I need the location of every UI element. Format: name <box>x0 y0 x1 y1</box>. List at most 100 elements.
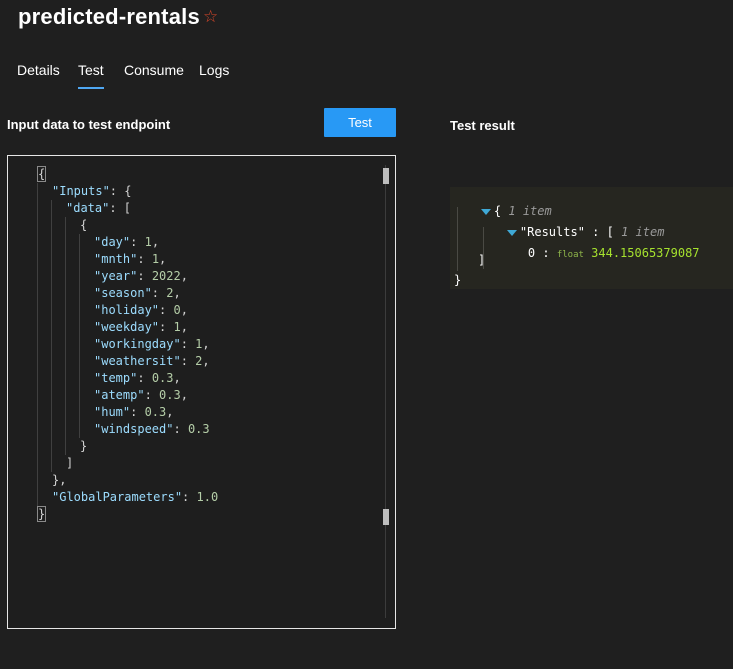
indent-guide <box>37 285 38 302</box>
code-line: "windspeed": 0.3 <box>8 421 375 438</box>
indent-guide <box>65 302 66 319</box>
code-line: "atemp": 0.3, <box>8 387 375 404</box>
code-token: : { <box>109 184 132 198</box>
indent-guide <box>79 370 80 387</box>
code-token: "temp" <box>94 371 138 385</box>
indent-guide <box>51 217 52 234</box>
code-token: : <box>182 490 197 504</box>
indent-guide <box>65 217 66 234</box>
indent-guide <box>65 370 66 387</box>
tab-logs[interactable]: Logs <box>199 62 229 78</box>
code-token: , <box>180 320 188 334</box>
test-button[interactable]: Test <box>324 108 396 137</box>
code-token: "GlobalParameters" <box>52 490 183 504</box>
code-text: ] <box>66 455 73 472</box>
code-token: 1.0 <box>196 490 219 504</box>
indent-guide <box>51 234 52 251</box>
code-text: "GlobalParameters": 1.0 <box>52 489 218 506</box>
indent-guide <box>51 268 52 285</box>
tab-consume[interactable]: Consume <box>124 62 184 78</box>
indent-guide <box>37 387 38 404</box>
indent-guide <box>51 251 52 268</box>
code-token: : <box>159 320 174 334</box>
indent-guide <box>79 234 80 251</box>
code-text: "windspeed": 0.3 <box>94 421 210 438</box>
code-token: "season" <box>94 286 152 300</box>
code-text: }, <box>52 472 66 489</box>
code-token: , <box>159 252 167 266</box>
code-token: : <box>159 303 174 317</box>
code-token: "workingday" <box>94 337 181 351</box>
tab-test[interactable]: Test <box>78 62 104 89</box>
indent-guide <box>51 336 52 353</box>
indent-guide <box>37 200 38 217</box>
json-input-editor[interactable]: {"Inputs": {"data": [{"day": 1, "mnth": 1… <box>7 155 396 629</box>
indent-guide <box>65 421 66 438</box>
code-text: "year": 2022, <box>94 268 188 285</box>
code-token: : <box>173 422 188 436</box>
indent-guide <box>79 336 80 353</box>
code-line: } <box>8 506 375 523</box>
code-line: "Inputs": { <box>8 183 375 200</box>
code-token: } <box>80 439 88 453</box>
code-line: "day": 1, <box>8 234 375 251</box>
array-close-bracket: ] <box>478 253 486 267</box>
indent-guide <box>37 421 38 438</box>
code-token: "windspeed" <box>94 422 174 436</box>
scrollbar-thumb[interactable] <box>383 509 389 525</box>
indent-guide <box>65 268 66 285</box>
code-token: { <box>80 218 88 232</box>
indent-guide <box>37 183 38 200</box>
code-token: : <box>151 286 167 300</box>
indent-guide <box>51 370 52 387</box>
indent-guide <box>37 234 38 251</box>
code-token: "hum" <box>94 405 131 419</box>
code-text: "mnth": 1, <box>94 251 166 268</box>
indent-guide <box>51 285 52 302</box>
test-result-tree: { 1 item "Results" : [ 1 item 0 : float … <box>450 187 733 289</box>
code-token: ] <box>66 456 74 470</box>
code-line: "GlobalParameters": 1.0 <box>8 489 375 506</box>
indent-guide <box>65 319 66 336</box>
indent-guide <box>37 302 38 319</box>
code-token: , <box>180 303 188 317</box>
code-line: "mnth": 1, <box>8 251 375 268</box>
indent-guide <box>79 421 80 438</box>
code-token: : <box>137 371 152 385</box>
indent-guide <box>65 404 66 421</box>
indent-guide <box>37 268 38 285</box>
code-token: : <box>130 235 145 249</box>
indent-guide <box>65 285 66 302</box>
code-token: , <box>173 286 181 300</box>
indent-guide <box>37 319 38 336</box>
indent-guide <box>37 251 38 268</box>
indent-guide <box>79 404 80 421</box>
tab-details[interactable]: Details <box>17 62 60 78</box>
code-area[interactable]: {"Inputs": {"data": [{"day": 1, "mnth": 1… <box>8 166 375 523</box>
indent-guide <box>37 455 38 472</box>
indent-guide <box>37 217 38 234</box>
scrollbar-thumb[interactable] <box>383 168 389 184</box>
root-close-brace: } <box>454 273 462 287</box>
code-token: , <box>202 354 210 368</box>
code-text: } <box>80 438 87 455</box>
code-token: "weathersit" <box>94 354 181 368</box>
code-line: "holiday": 0, <box>8 302 375 319</box>
input-section-label: Input data to test endpoint <box>7 117 171 132</box>
code-token: "weekday" <box>94 320 160 334</box>
favorite-star-icon[interactable]: ☆ <box>203 7 218 27</box>
code-line: } <box>8 438 375 455</box>
result-section-label: Test result <box>450 118 515 133</box>
code-token: "atemp" <box>94 388 145 402</box>
indent-guide <box>37 472 38 489</box>
editor-scrollbar[interactable] <box>385 165 386 618</box>
indent-guide <box>79 251 80 268</box>
code-token: : <box>144 388 160 402</box>
code-text: "Inputs": { <box>52 183 131 200</box>
code-line: "workingday": 1, <box>8 336 375 353</box>
code-token: : [ <box>109 201 132 215</box>
code-text: "hum": 0.3, <box>94 404 174 421</box>
tree-item-row: 0 : float 344.15065379087 <box>499 232 700 274</box>
code-text: "weekday": 1, <box>94 319 188 336</box>
indent-guide <box>65 387 66 404</box>
